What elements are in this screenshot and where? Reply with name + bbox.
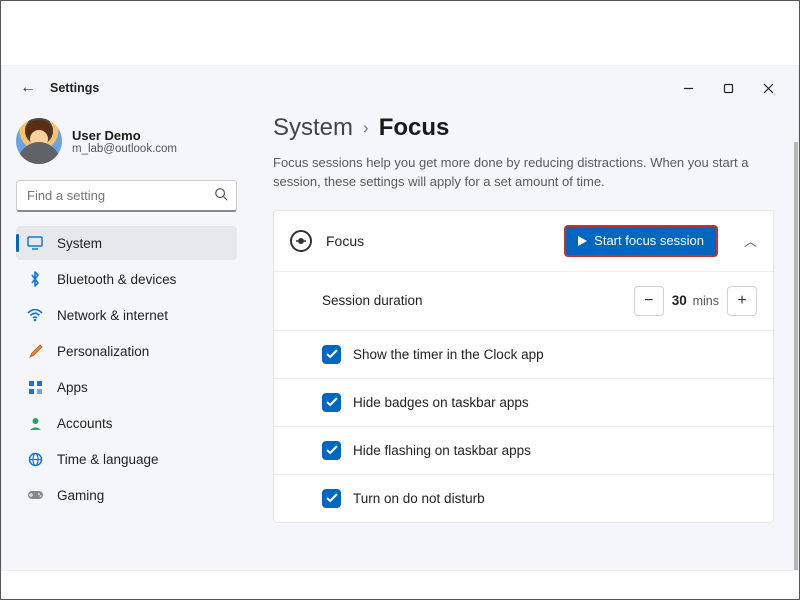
- option-label: Turn on do not disturb: [353, 491, 485, 506]
- sidebar-item-system[interactable]: System: [16, 226, 237, 260]
- session-duration-row: Session duration − 30 mins +: [274, 271, 773, 330]
- start-button-label: Start focus session: [594, 233, 704, 248]
- sidebar-item-accounts[interactable]: Accounts: [16, 406, 237, 440]
- search-icon: [214, 187, 228, 204]
- checkbox[interactable]: [322, 441, 341, 460]
- sidebar-item-label: Gaming: [57, 488, 104, 503]
- checkbox[interactable]: [322, 393, 341, 412]
- session-duration-label: Session duration: [322, 293, 423, 308]
- option-do-not-disturb: Turn on do not disturb: [274, 474, 773, 522]
- start-focus-session-button[interactable]: Start focus session: [564, 225, 718, 257]
- content: System › Focus Focus sessions help you g…: [247, 110, 798, 570]
- brush-icon: [26, 343, 44, 359]
- scrollbar[interactable]: [794, 142, 798, 570]
- sidebar-item-label: Bluetooth & devices: [57, 272, 176, 287]
- decrease-duration-button[interactable]: −: [634, 286, 664, 316]
- sidebar-item-label: Personalization: [57, 344, 149, 359]
- nav: System Bluetooth & devices Network & int…: [16, 226, 237, 512]
- system-icon: [26, 236, 44, 250]
- search-input[interactable]: [25, 187, 214, 204]
- sidebar-item-time-language[interactable]: Time & language: [16, 442, 237, 476]
- wifi-icon: [26, 309, 44, 322]
- duration-stepper: − 30 mins +: [634, 286, 757, 316]
- option-show-timer: Show the timer in the Clock app: [274, 330, 773, 378]
- option-hide-badges: Hide badges on taskbar apps: [274, 378, 773, 426]
- sidebar-item-network[interactable]: Network & internet: [16, 298, 237, 332]
- breadcrumb: System › Focus: [273, 114, 774, 142]
- focus-card: Focus Start focus session ︿ Session dura…: [273, 210, 774, 523]
- settings-app: ← Settings: [1, 65, 799, 571]
- accounts-icon: [26, 416, 44, 431]
- focus-icon: [290, 230, 312, 252]
- page-title: Focus: [379, 114, 450, 142]
- increase-duration-button[interactable]: +: [727, 286, 757, 316]
- checkbox[interactable]: [322, 345, 341, 364]
- chevron-right-icon: ›: [363, 118, 369, 138]
- sidebar-item-apps[interactable]: Apps: [16, 370, 237, 404]
- card-header[interactable]: Focus Start focus session ︿: [274, 211, 773, 271]
- gamepad-icon: [26, 489, 44, 501]
- user-name: User Demo: [72, 128, 177, 143]
- sidebar: User Demo m_lab@outlook.com System: [2, 110, 247, 570]
- back-button[interactable]: ←: [20, 79, 36, 97]
- option-label: Hide badges on taskbar apps: [353, 395, 529, 410]
- window-controls: [668, 73, 788, 103]
- sidebar-item-label: Time & language: [57, 452, 159, 467]
- user-profile[interactable]: User Demo m_lab@outlook.com: [16, 114, 237, 174]
- titlebar: ← Settings: [2, 66, 798, 110]
- sidebar-item-personalization[interactable]: Personalization: [16, 334, 237, 368]
- avatar: [16, 118, 62, 164]
- bluetooth-icon: [26, 271, 44, 287]
- close-button[interactable]: [748, 73, 788, 103]
- apps-icon: [26, 380, 44, 395]
- play-icon: [578, 236, 587, 246]
- maximize-button[interactable]: [708, 73, 748, 103]
- card-title: Focus: [326, 233, 550, 249]
- duration-value: 30: [672, 293, 687, 308]
- option-label: Show the timer in the Clock app: [353, 347, 544, 362]
- chevron-up-icon[interactable]: ︿: [744, 231, 757, 250]
- app-title: Settings: [50, 81, 99, 95]
- breadcrumb-parent[interactable]: System: [273, 114, 353, 142]
- option-label: Hide flashing on taskbar apps: [353, 443, 531, 458]
- sidebar-item-label: System: [57, 236, 102, 251]
- minimize-button[interactable]: [668, 73, 708, 103]
- body: User Demo m_lab@outlook.com System: [2, 110, 798, 570]
- user-email: m_lab@outlook.com: [72, 143, 177, 155]
- checkbox[interactable]: [322, 489, 341, 508]
- sidebar-item-gaming[interactable]: Gaming: [16, 478, 237, 512]
- sidebar-item-label: Network & internet: [57, 308, 168, 323]
- search-box[interactable]: [16, 180, 237, 212]
- option-hide-flashing: Hide flashing on taskbar apps: [274, 426, 773, 474]
- globe-icon: [26, 452, 44, 467]
- app-window: ← Settings: [0, 0, 800, 600]
- duration-unit: mins: [693, 294, 719, 308]
- sidebar-item-label: Apps: [57, 380, 88, 395]
- page-description: Focus sessions help you get more done by…: [273, 154, 774, 192]
- sidebar-item-bluetooth[interactable]: Bluetooth & devices: [16, 262, 237, 296]
- sidebar-item-label: Accounts: [57, 416, 113, 431]
